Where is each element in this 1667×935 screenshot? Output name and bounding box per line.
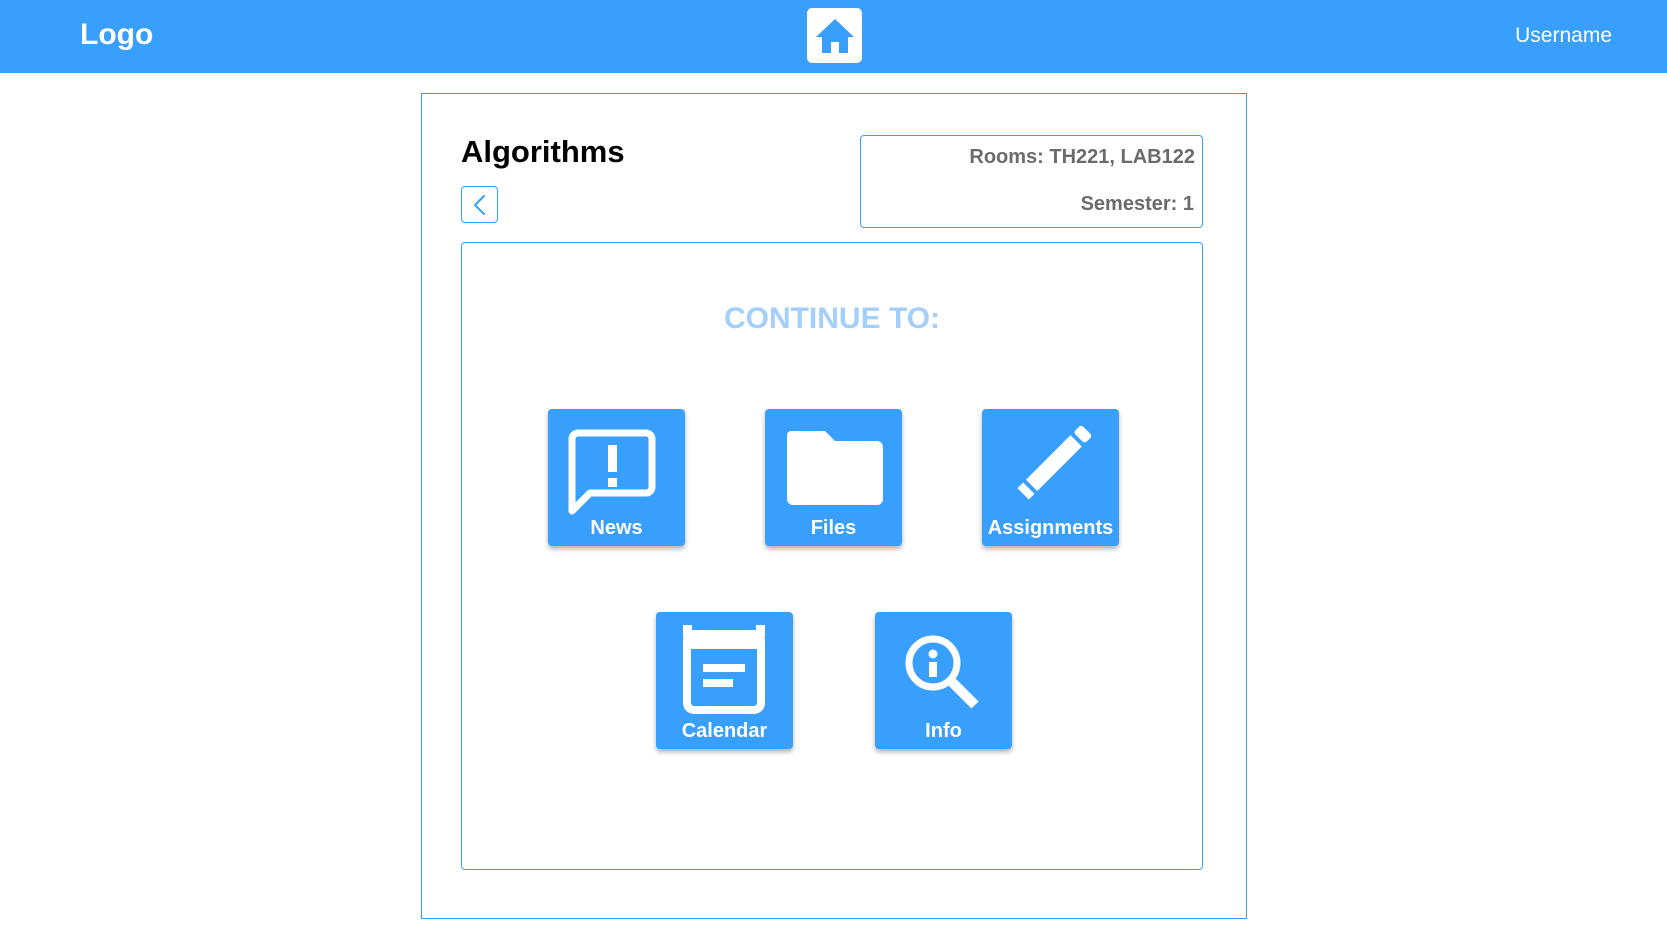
semester-text: Semester: 1: [1080, 193, 1194, 215]
info-tile[interactable]: Info: [875, 612, 1012, 749]
files-tile[interactable]: Files: [765, 409, 902, 546]
continue-heading: CONTINUE TO:: [723, 302, 941, 335]
tile-label: Calendar: [681, 720, 768, 742]
logo[interactable]: Logo: [80, 18, 153, 52]
username-link[interactable]: Username: [1515, 24, 1612, 48]
home-button[interactable]: [807, 8, 862, 63]
tile-label: Assignments: [987, 517, 1114, 539]
news-tile[interactable]: News: [548, 409, 685, 546]
assignments-tile[interactable]: Assignments: [982, 409, 1119, 546]
chevron-left-icon: [473, 194, 485, 215]
home-icon: [815, 18, 854, 53]
back-button[interactable]: [461, 186, 498, 223]
page-title: Algorithms: [461, 134, 625, 169]
top-bar: Logo Username: [0, 0, 1667, 73]
tile-label: News: [590, 517, 643, 539]
tile-label: Files: [810, 517, 857, 539]
navigation-panel: CONTINUE TO: News Files Assignments Cale…: [461, 242, 1203, 870]
rooms-text: Rooms: TH221, LAB122: [969, 146, 1195, 168]
course-info-box: Rooms: TH221, LAB122 Semester: 1: [860, 135, 1203, 228]
calendar-tile[interactable]: Calendar: [656, 612, 793, 749]
tile-label: Info: [925, 720, 962, 742]
